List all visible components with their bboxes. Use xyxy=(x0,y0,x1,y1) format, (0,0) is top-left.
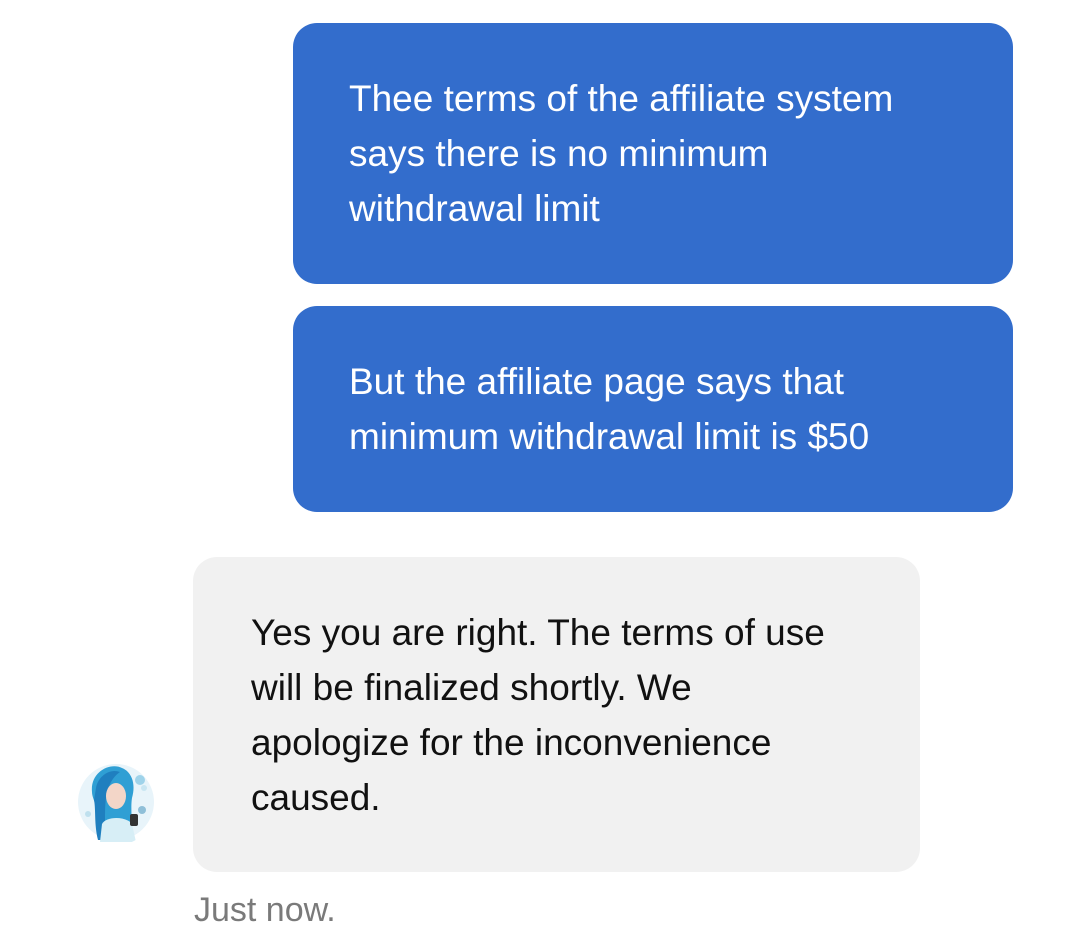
message-text-line: Yes you are right. The terms of use xyxy=(251,612,825,653)
agent-avatar[interactable] xyxy=(70,754,158,846)
outgoing-message-bubble[interactable]: But the affiliate page says that minimum… xyxy=(293,306,1013,512)
message-text-line: But the affiliate page says that xyxy=(349,361,845,402)
message-text-line: says there is no minimum xyxy=(349,133,769,174)
agent-avatar-icon xyxy=(70,754,158,846)
message-text-line: will be finalized shortly. We xyxy=(251,667,692,708)
outgoing-message-bubble[interactable]: Thee terms of the affiliate system says … xyxy=(293,23,1013,284)
message-text-line: apologize for the inconvenience xyxy=(251,722,772,763)
message-text-line: caused. xyxy=(251,777,381,818)
message-text-line: Thee terms of the affiliate system xyxy=(349,78,894,119)
message-text-line: withdrawal limit xyxy=(349,188,600,229)
message-timestamp: Just now. xyxy=(194,891,336,929)
incoming-message-bubble[interactable]: Yes you are right. The terms of use will… xyxy=(193,557,920,872)
message-text-line: minimum withdrawal limit is $50 xyxy=(349,416,870,457)
